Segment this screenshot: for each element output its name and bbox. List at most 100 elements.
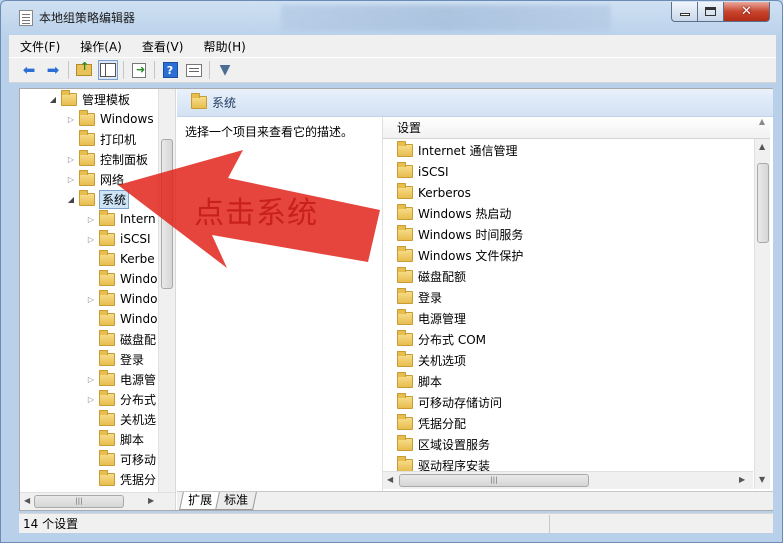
folder-icon (397, 225, 413, 241)
tree-item[interactable]: ▷ Windows (66, 109, 154, 129)
tree-item[interactable]: Kerbe (86, 249, 155, 269)
tree-item[interactable]: 可移动 (86, 449, 156, 469)
menu-file[interactable]: 文件(F) (17, 36, 63, 57)
tree-item[interactable]: 打印机 (66, 129, 136, 149)
toolbar-separator (209, 61, 210, 79)
tree-item[interactable]: ▷ 分布式 (86, 389, 156, 409)
list-item[interactable]: 区域设置服务 (397, 434, 490, 455)
folder-icon (99, 289, 115, 306)
tree-scroll-thumb[interactable] (161, 139, 173, 289)
list-item[interactable]: 可移动存储访问 (397, 392, 502, 413)
folder-icon (79, 109, 95, 126)
scroll-down-arrow-icon[interactable]: ▼ (759, 475, 765, 484)
tree-item[interactable]: 凭据分 (86, 469, 156, 489)
close-button[interactable]: ✕ (723, 2, 770, 22)
export-list-button[interactable] (129, 60, 149, 80)
tree-item[interactable]: ◢ 管理模板 (48, 89, 130, 109)
folder-icon (79, 169, 95, 186)
collapsed-triangle-icon[interactable]: ▷ (86, 295, 96, 304)
list-hscroll-thumb[interactable]: ||| (399, 474, 589, 487)
list-item[interactable]: Windows 时间服务 (397, 224, 523, 245)
tree-item[interactable]: 登录 (86, 349, 144, 369)
collapsed-triangle-icon[interactable]: ▷ (86, 395, 96, 404)
menu-view[interactable]: 查看(V) (139, 36, 187, 57)
tree-item[interactable]: 关机选 (86, 409, 156, 429)
tree-item[interactable]: 脚本 (86, 429, 144, 449)
tree-item[interactable]: ▷ Windo (86, 289, 158, 309)
collapsed-triangle-icon[interactable]: ▷ (66, 115, 76, 124)
list-item-label: 电源管理 (418, 312, 467, 326)
list-item[interactable]: Windows 热启动 (397, 203, 511, 224)
scroll-left-arrow-icon[interactable]: ◀ (24, 496, 30, 505)
back-button[interactable]: ⬅ (19, 60, 39, 80)
tree-item[interactable]: 磁盘配 (86, 329, 156, 349)
tree-item[interactable]: ▷ iSCSI (86, 229, 151, 249)
tree-item-label: 可移动 (120, 452, 157, 467)
up-one-level-button[interactable] (74, 60, 94, 80)
tree-item[interactable]: ▷ 网络 (66, 169, 124, 189)
tree-horizontal-scrollbar[interactable]: ◀ ||| ▶ (20, 492, 175, 510)
tree-item-label: Kerbe (120, 252, 155, 266)
minimize-button[interactable] (671, 2, 698, 22)
folder-icon (99, 209, 115, 226)
tree-item[interactable]: ▷ 控制面板 (66, 149, 148, 169)
toolbar-separator (123, 61, 124, 79)
expanded-triangle-icon[interactable]: ◢ (48, 95, 58, 104)
status-separator (549, 515, 550, 533)
folder-icon (397, 267, 413, 283)
collapsed-triangle-icon[interactable]: ▷ (66, 175, 76, 184)
list-item[interactable]: 电源管理 (397, 308, 466, 329)
collapsed-triangle-icon[interactable]: ▷ (86, 235, 96, 244)
list-item[interactable]: 登录 (397, 287, 442, 308)
filter-button[interactable]: ▼ (215, 60, 235, 80)
tree-vertical-scrollbar[interactable] (158, 89, 175, 492)
tree-item-label: 打印机 (100, 132, 137, 147)
scroll-right-arrow-icon[interactable]: ▶ (148, 496, 154, 505)
list-item[interactable]: Internet 通信管理 (397, 140, 517, 161)
app-window: 本地组策略编辑器 ✕ 文件(F) 操作(A) 查看(V) 帮助(H) ⬅ ➡ ?… (0, 0, 783, 543)
column-header-setting[interactable]: 设置 ▲ (383, 117, 770, 139)
forward-button[interactable]: ➡ (43, 60, 63, 80)
tree-item-label: 登录 (120, 352, 145, 367)
forward-arrow-icon: ➡ (46, 61, 60, 79)
tree-item-label: Intern (120, 212, 156, 226)
scroll-left-arrow-icon[interactable]: ◀ (387, 475, 393, 484)
list-item[interactable]: 凭据分配 (397, 413, 466, 434)
folder-icon (397, 393, 413, 409)
list-horizontal-scrollbar[interactable]: ◀ ||| ▶ (383, 471, 753, 489)
settings-list: 设置 ▲ Internet 通信管理 iSCSI Kerberos Windows 热… (382, 117, 770, 491)
maximize-button[interactable] (697, 2, 724, 22)
toolbar-separator (68, 61, 69, 79)
tree-item[interactable]: ▷ 电源管 (86, 369, 156, 389)
list-item[interactable]: 脚本 (397, 371, 442, 392)
help-button[interactable]: ? (160, 60, 180, 80)
scroll-right-arrow-icon[interactable]: ▶ (739, 475, 745, 484)
list-item[interactable]: Kerberos (397, 182, 471, 203)
list-item[interactable]: iSCSI (397, 161, 449, 182)
collapsed-triangle-icon[interactable]: ▷ (66, 155, 76, 164)
list-scroll-thumb[interactable] (757, 163, 769, 243)
collapsed-triangle-icon[interactable]: ▷ (86, 375, 96, 384)
list-item-label: 区域设置服务 (418, 438, 491, 452)
tree-item[interactable]: Windo (86, 309, 158, 329)
collapsed-triangle-icon[interactable]: ▷ (86, 215, 96, 224)
menu-help[interactable]: 帮助(H) (200, 36, 248, 57)
menu-action[interactable]: 操作(A) (77, 36, 125, 57)
tree-item[interactable]: Windo (86, 269, 158, 289)
tree-hscroll-thumb[interactable]: ||| (34, 495, 124, 508)
list-vertical-scrollbar[interactable]: ▲ ▼ (754, 139, 770, 489)
console-tree: ◢ 管理模板 ▷ Windows 打印机 ▷ 控制面板 ▷ 网络 ◢ 系统 ▷ Intern ▷ iSCSI… (20, 89, 176, 510)
tab-standard[interactable]: 标准 (215, 492, 257, 510)
show-hide-tree-button[interactable] (98, 60, 118, 80)
folder-icon (99, 429, 115, 446)
tree-item[interactable]: ◢ 系统 (66, 189, 130, 209)
list-item[interactable]: 分布式 COM (397, 329, 486, 350)
list-item[interactable]: Windows 文件保护 (397, 245, 523, 266)
status-bar: 14 个设置 (19, 513, 773, 533)
properties-button[interactable] (184, 60, 204, 80)
tree-item[interactable]: ▷ Intern (86, 209, 156, 229)
list-item[interactable]: 磁盘配额 (397, 266, 466, 287)
expanded-triangle-icon[interactable]: ◢ (66, 195, 76, 204)
scroll-up-arrow-icon[interactable]: ▲ (759, 142, 765, 151)
list-item[interactable]: 关机选项 (397, 350, 466, 371)
